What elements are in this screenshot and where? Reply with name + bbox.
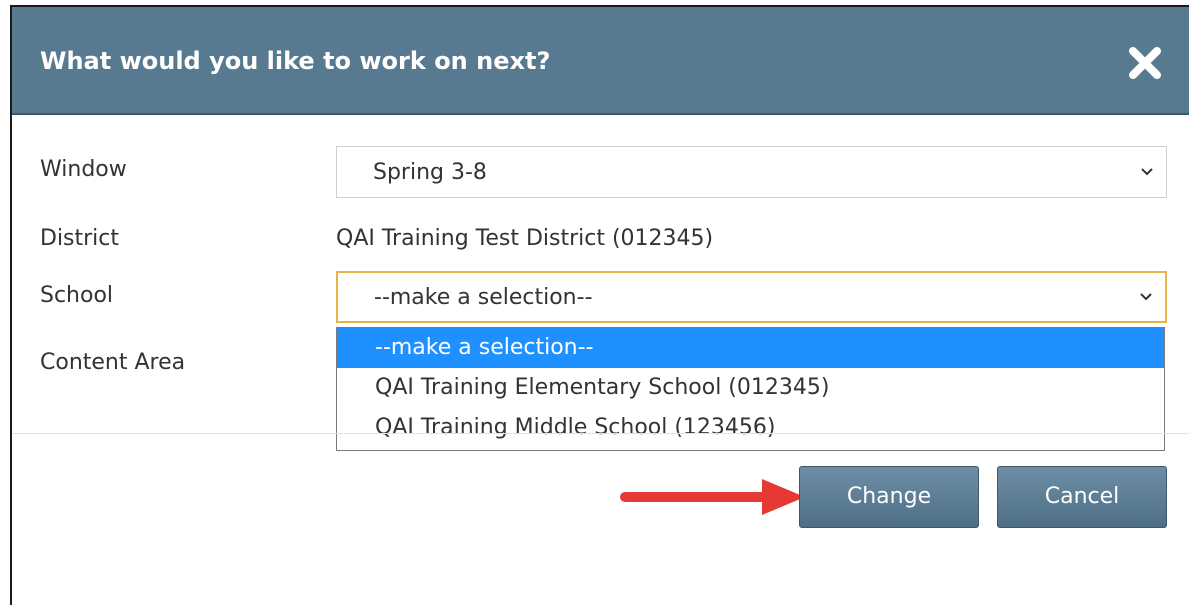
- dialog-header: What would you like to work on next?: [12, 7, 1189, 115]
- dialog: What would you like to work on next? Win…: [10, 5, 1189, 605]
- dropdown-option[interactable]: QAI Training Elementary School (012345): [337, 368, 1164, 408]
- footer-divider: [12, 433, 1189, 434]
- window-label: Window: [40, 157, 127, 182]
- cancel-button[interactable]: Cancel: [997, 466, 1167, 528]
- dropdown-option[interactable]: --make a selection--: [337, 328, 1164, 368]
- school-select-value: --make a selection--: [374, 285, 593, 310]
- district-label: District: [40, 226, 120, 251]
- dialog-title: What would you like to work on next?: [40, 47, 551, 75]
- chevron-down-icon: [1141, 168, 1153, 176]
- window-select-value: Spring 3-8: [373, 160, 487, 185]
- red-arrow-icon: [620, 479, 805, 515]
- window-select[interactable]: Spring 3-8: [336, 146, 1167, 198]
- dropdown-option[interactable]: QAI Training Middle School (123456): [337, 408, 1164, 448]
- school-select[interactable]: --make a selection--: [336, 271, 1167, 323]
- school-label: School: [40, 283, 114, 308]
- close-icon: [1129, 47, 1161, 79]
- close-button[interactable]: [1125, 43, 1165, 83]
- content-area-label: Content Area: [40, 350, 186, 375]
- district-value: QAI Training Test District (012345): [336, 226, 714, 251]
- chevron-down-icon: [1140, 293, 1152, 301]
- change-button[interactable]: Change: [799, 466, 979, 528]
